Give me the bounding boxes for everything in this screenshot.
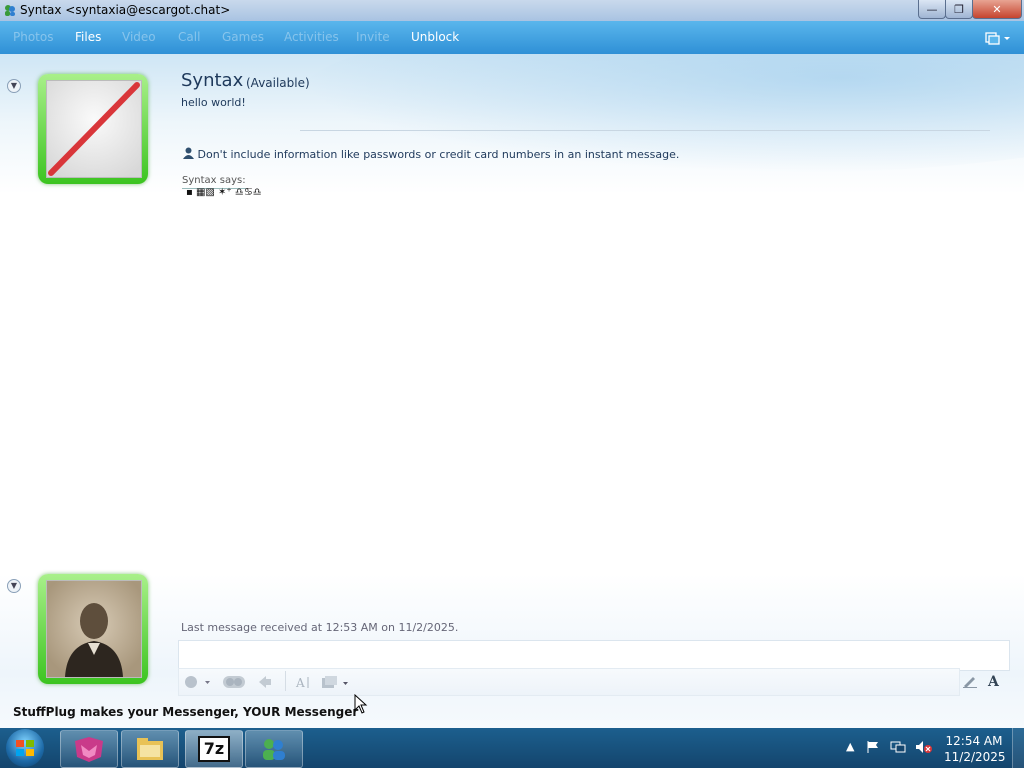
person-icon: [183, 147, 194, 159]
contact-name: Syntax: [181, 70, 244, 91]
last-message-status: Last message received at 12:53 AM on 11/…: [181, 621, 459, 634]
security-warning: Don't include information like passwords…: [183, 147, 679, 161]
handwriting-icon[interactable]: [962, 674, 978, 688]
warning-text: Don't include information like passwords…: [197, 148, 680, 161]
taskbar-file-explorer[interactable]: [121, 730, 179, 768]
7zip-icon: 7z: [198, 736, 230, 762]
messenger-icon: [5, 5, 15, 16]
menu-activities[interactable]: Activities: [284, 30, 339, 44]
contact-avatar: [38, 74, 148, 184]
messenger-icon: [263, 739, 285, 760]
message-text: ▪ ▦▧ ✶⁺ ♎♋♎: [186, 187, 262, 198]
minimize-button[interactable]: —: [918, 0, 946, 19]
clock[interactable]: 12:54 AM 11/2/2025: [944, 733, 1006, 765]
fox-app-icon: [75, 737, 103, 762]
menu-call[interactable]: Call: [178, 30, 200, 44]
user-photo: [46, 580, 142, 678]
menu-invite[interactable]: Invite: [356, 30, 390, 44]
personal-message: hello world!: [181, 96, 246, 109]
svg-text:A: A: [295, 676, 305, 689]
menu-video[interactable]: Video: [122, 30, 156, 44]
header-divider: [300, 130, 990, 131]
text-format-icon[interactable]: A: [295, 675, 313, 689]
windows-logo-icon: [16, 740, 34, 756]
conversation-pane: ▼ Syntax (Available) hello world! Don't …: [0, 54, 1024, 728]
contact-status: (Available): [246, 76, 310, 90]
network-icon[interactable]: [890, 740, 906, 754]
clock-date: 11/2/2025: [944, 750, 1006, 764]
menu-unblock[interactable]: Unblock: [411, 30, 459, 44]
wink-icon[interactable]: [221, 675, 247, 689]
taskbar-7zip[interactable]: 7z: [185, 730, 243, 768]
font-icon[interactable]: A: [988, 674, 999, 690]
menu-photos[interactable]: Photos: [13, 30, 53, 44]
show-hidden-icons-button[interactable]: ▲: [846, 740, 854, 753]
action-bar: Photos Files Video Call Games Activities…: [0, 21, 1024, 54]
mouse-cursor-icon: [354, 694, 368, 714]
action-center-flag-icon[interactable]: [866, 740, 880, 754]
emoticon-icon[interactable]: [183, 675, 211, 689]
nudge-icon[interactable]: [257, 675, 273, 689]
collapse-my-picture-button[interactable]: ▼: [7, 579, 21, 593]
start-button[interactable]: [6, 729, 44, 767]
collapse-contact-picture-button[interactable]: ▼: [7, 79, 21, 93]
volume-muted-icon[interactable]: [915, 740, 933, 754]
window-title: Syntax <syntaxia@escargot.chat>: [20, 3, 231, 17]
menu-games[interactable]: Games: [222, 30, 264, 44]
no-picture-icon: [46, 80, 142, 178]
taskbar-messenger[interactable]: [245, 730, 303, 768]
clock-time: 12:54 AM: [945, 734, 1003, 748]
options-menu-icon[interactable]: [984, 30, 1012, 46]
stuffplug-ad[interactable]: StuffPlug makes your Messenger, YOUR Mes…: [13, 705, 358, 719]
my-avatar[interactable]: [38, 574, 148, 684]
close-button[interactable]: ✕: [972, 0, 1022, 19]
file-explorer-icon: [137, 738, 163, 760]
menu-files[interactable]: Files: [75, 30, 101, 44]
taskbar-fox-app[interactable]: [60, 730, 118, 768]
background-picker-icon[interactable]: [321, 675, 351, 689]
toolbar-divider: [285, 671, 286, 691]
taskbar: 7z ▲ 12:54 AM 11/2/2025: [0, 728, 1024, 768]
title-bar: Syntax <syntaxia@escargot.chat> — ❐ ✕: [0, 0, 1024, 21]
compose-toolbar: A: [178, 668, 960, 696]
maximize-button[interactable]: ❐: [945, 0, 973, 19]
show-desktop-button[interactable]: [1012, 728, 1024, 768]
message-input[interactable]: [178, 640, 1010, 671]
